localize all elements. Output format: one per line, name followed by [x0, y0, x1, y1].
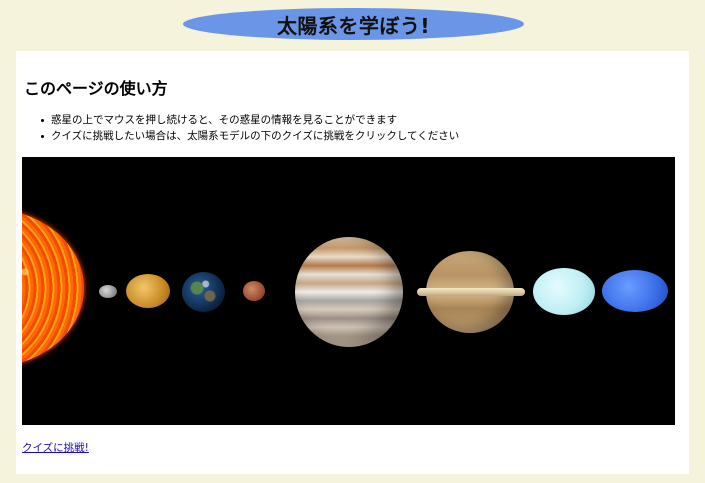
page-title: 太陽系を学ぼう!	[276, 13, 431, 38]
planet-uranus[interactable]	[533, 268, 595, 315]
planet-mercury[interactable]	[99, 285, 117, 298]
planet-venus[interactable]	[126, 274, 170, 308]
quiz-link[interactable]: クイズに挑戦!	[22, 440, 89, 455]
title-banner: 太陽系を学ぼう!	[183, 8, 524, 40]
planet-mars[interactable]	[243, 281, 265, 301]
solar-system-model	[22, 157, 675, 425]
planet-jupiter[interactable]	[295, 237, 403, 347]
main-content-panel: このページの使い方 惑星の上でマウスを押し続けると、その惑星の情報を見ることがで…	[16, 51, 689, 474]
instruction-item: 惑星の上でマウスを押し続けると、その惑星の情報を見ることができます	[40, 112, 459, 128]
planet-earth[interactable]	[182, 272, 225, 312]
saturn-ring[interactable]	[417, 288, 525, 296]
instruction-item: クイズに挑戦したい場合は、太陽系モデルの下のクイズに挑戦をクリックしてください	[40, 128, 459, 144]
instructions-list: 惑星の上でマウスを押し続けると、その惑星の情報を見ることができます クイズに挑戦…	[40, 112, 459, 144]
section-title: このページの使い方	[24, 79, 168, 98]
planet-neptune[interactable]	[602, 270, 668, 312]
planet-sun[interactable]	[22, 208, 84, 368]
